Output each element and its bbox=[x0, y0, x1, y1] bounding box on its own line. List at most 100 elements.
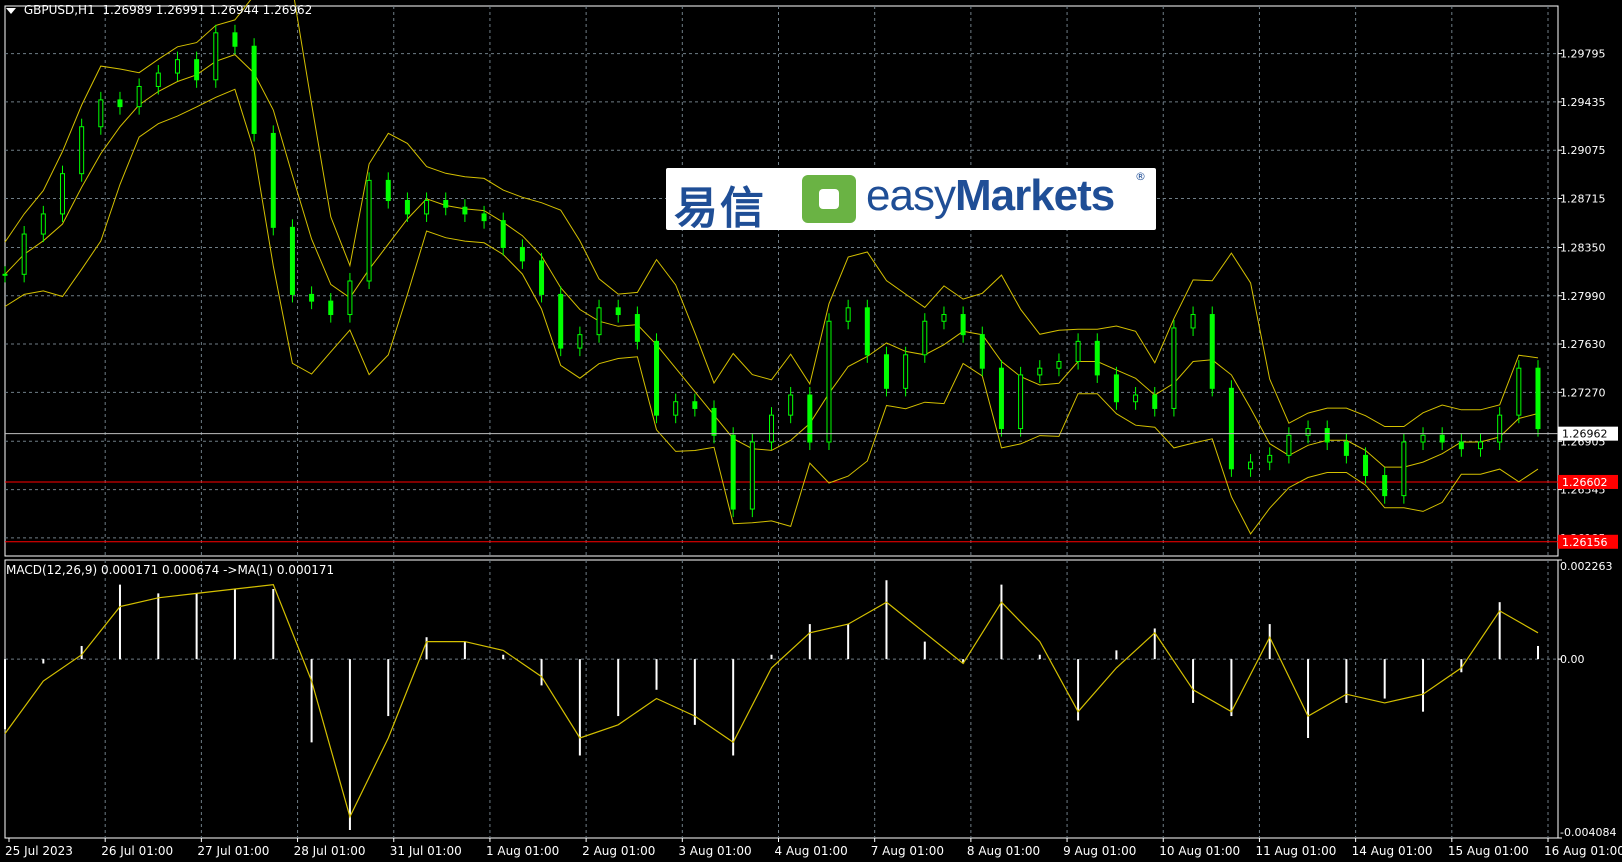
candle-body bbox=[692, 401, 698, 409]
candle-body bbox=[462, 206, 468, 215]
time-tick-label: 1 Aug 01:00 bbox=[486, 844, 559, 858]
time-tick-label: 7 Aug 01:00 bbox=[871, 844, 944, 858]
price-tick-label: 1.29075 bbox=[1560, 144, 1606, 157]
candle-body bbox=[730, 434, 736, 510]
time-tick-label: 3 Aug 01:00 bbox=[678, 844, 751, 858]
logo-square-icon bbox=[802, 175, 856, 223]
candle-body bbox=[1458, 441, 1464, 450]
logo-chinese-text: 易信 bbox=[674, 183, 766, 234]
candle-body bbox=[136, 85, 142, 108]
price-tick-label: 1.27630 bbox=[1560, 338, 1606, 351]
logo-registered-mark: ® bbox=[1135, 170, 1146, 183]
candle-body bbox=[194, 59, 200, 81]
easymarkets-logo: 易信 easyMarkets ® bbox=[666, 168, 1156, 234]
candle-body bbox=[1171, 327, 1177, 409]
candle-body bbox=[998, 367, 1004, 430]
candle-body bbox=[1324, 428, 1330, 443]
candle-body bbox=[1382, 475, 1388, 497]
candle-body bbox=[558, 293, 564, 349]
price-tick-label: 1.29435 bbox=[1560, 96, 1606, 109]
candle-body bbox=[174, 59, 180, 74]
candle-body bbox=[979, 334, 985, 369]
time-tick-label: 27 Jul 01:00 bbox=[197, 844, 269, 858]
candle-body bbox=[1497, 414, 1503, 443]
time-tick-label: 9 Aug 01:00 bbox=[1063, 844, 1136, 858]
candle-body bbox=[270, 132, 276, 228]
price-tick-label: 1.27990 bbox=[1560, 290, 1606, 303]
candle-body bbox=[1420, 434, 1426, 443]
candle-body bbox=[500, 220, 506, 248]
time-tick-label: 4 Aug 01:00 bbox=[775, 844, 848, 858]
logo-brand-light: easy bbox=[866, 171, 956, 220]
candle-body bbox=[903, 354, 909, 389]
price-tick-label: 1.29795 bbox=[1560, 48, 1606, 61]
price-tick-label: 1.27270 bbox=[1560, 386, 1606, 399]
macd-tick-label: 0.002263 bbox=[1560, 560, 1613, 573]
candle-body bbox=[1056, 360, 1062, 369]
candle-body bbox=[960, 314, 966, 336]
level-price-label: 1.26156 bbox=[1562, 536, 1608, 549]
candle-body bbox=[1094, 340, 1100, 376]
price-tick-label: 1.28350 bbox=[1560, 241, 1606, 254]
candle-body bbox=[1267, 454, 1273, 463]
candle-body bbox=[711, 407, 717, 436]
candle-body bbox=[251, 45, 257, 134]
ohlc-values: 1.26989 1.26991 1.26944 1.26962 bbox=[102, 3, 313, 17]
macd-tick-label: -0.004084 bbox=[1560, 826, 1616, 839]
candle-body bbox=[79, 126, 85, 175]
candle-body bbox=[40, 213, 46, 235]
price-tick-label: 1.28715 bbox=[1560, 193, 1606, 206]
time-tick-label: 15 Aug 01:00 bbox=[1448, 844, 1529, 858]
candle-body bbox=[749, 441, 755, 510]
candle-body bbox=[1209, 314, 1215, 389]
candle-body bbox=[807, 394, 813, 443]
candle-body bbox=[864, 307, 870, 356]
logo-brand-bold: Markets bbox=[954, 171, 1115, 220]
candle-body bbox=[1190, 314, 1196, 329]
candle-body bbox=[1248, 461, 1254, 470]
candle-body bbox=[155, 72, 161, 87]
candle-body bbox=[1228, 387, 1234, 470]
candle-body bbox=[328, 300, 334, 316]
candle-body bbox=[577, 334, 583, 349]
macd-tick-label: 0.00 bbox=[1560, 653, 1585, 666]
symbol-label: GBPUSD,H1 bbox=[23, 3, 95, 17]
candle-body bbox=[1286, 434, 1292, 456]
time-tick-label: 10 Aug 01:00 bbox=[1159, 844, 1240, 858]
dropdown-triangle-icon[interactable] bbox=[6, 7, 16, 14]
candle-body bbox=[213, 32, 219, 81]
candle-body bbox=[615, 307, 621, 316]
candle-body bbox=[289, 226, 295, 295]
logo-brand-text: easyMarkets bbox=[866, 171, 1115, 221]
candle-body bbox=[654, 340, 660, 416]
time-tick-label: 16 Aug 01:00 bbox=[1544, 844, 1622, 858]
candle-body bbox=[1133, 394, 1139, 403]
candle-body bbox=[366, 179, 372, 282]
candle-body bbox=[21, 233, 27, 275]
candle-body bbox=[1516, 367, 1522, 416]
time-tick-label: 2 Aug 01:00 bbox=[582, 844, 655, 858]
candle-body bbox=[1113, 374, 1119, 403]
candle-body bbox=[634, 314, 640, 342]
price-panel-header: GBPUSD,H1 1.26989 1.26991 1.26944 1.2696… bbox=[6, 3, 312, 17]
macd-panel-header: MACD(12,26,9) 0.000171 0.000674 ->MA(1) … bbox=[6, 563, 334, 577]
candle-body bbox=[539, 260, 545, 295]
candle-body bbox=[673, 401, 679, 416]
candle-body bbox=[98, 99, 104, 128]
time-tick-label: 14 Aug 01:00 bbox=[1352, 844, 1433, 858]
candle-body bbox=[385, 179, 391, 202]
candle-body bbox=[941, 314, 947, 322]
time-tick-label: 26 Jul 01:00 bbox=[101, 844, 173, 858]
candle-body bbox=[883, 354, 889, 389]
candle-body bbox=[1305, 428, 1311, 436]
candle-body bbox=[59, 173, 65, 215]
candle-body bbox=[769, 414, 774, 443]
level-price-label: 1.26602 bbox=[1562, 476, 1608, 489]
time-tick-label: 28 Jul 01:00 bbox=[294, 844, 366, 858]
candle-body bbox=[1401, 441, 1407, 497]
candle-body bbox=[922, 320, 928, 356]
current-price-label: 1.26962 bbox=[1562, 428, 1608, 441]
candle-body bbox=[1037, 367, 1043, 376]
candle-body bbox=[481, 213, 487, 222]
trading-chart[interactable]: 1.29795 1.29435 1.29075 1.28715 1.28350 1.279… bbox=[0, 0, 1622, 862]
